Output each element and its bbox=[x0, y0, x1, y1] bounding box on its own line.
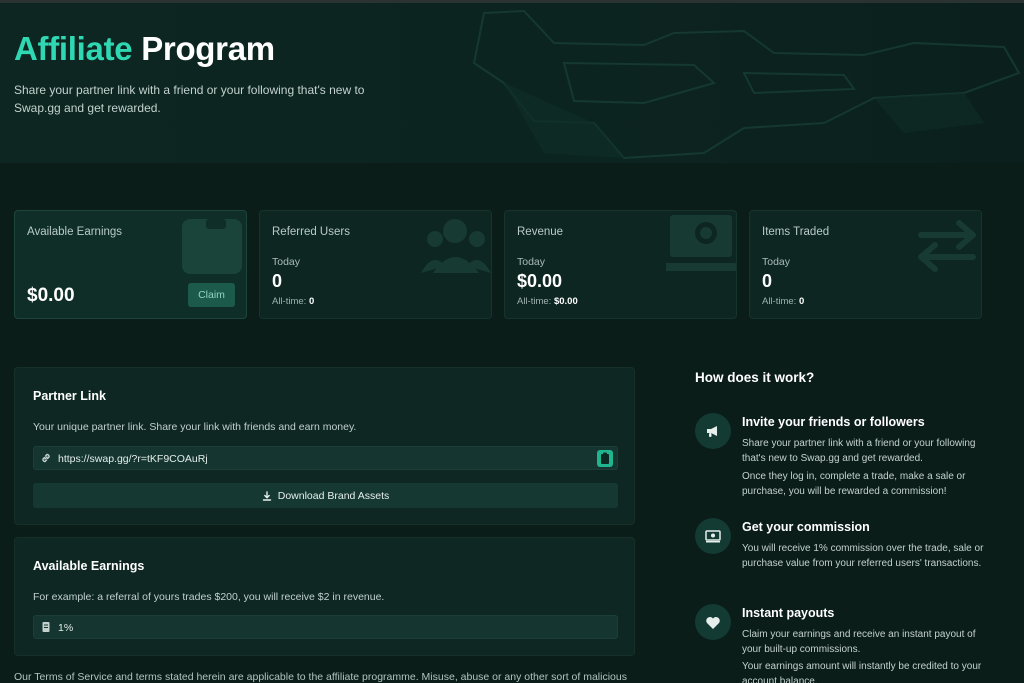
megaphone-icon bbox=[707, 426, 717, 437]
card-period: Today bbox=[762, 256, 791, 268]
alltime-value: $0.00 bbox=[553, 296, 578, 307]
card-period: Today bbox=[517, 256, 546, 268]
copy-link-button[interactable] bbox=[597, 450, 613, 467]
referred-users-value: 0 bbox=[272, 271, 283, 291]
alltime-label: All-time: bbox=[272, 296, 307, 307]
terms-notice: Our Terms of Service and terms stated he… bbox=[14, 671, 627, 683]
step-commission: Get your commission You will receive 1% … bbox=[695, 518, 995, 588]
card-title: Items Traded bbox=[762, 226, 830, 238]
earnings-info-title: Available Earnings bbox=[33, 559, 145, 573]
clipboard-icon bbox=[601, 452, 609, 464]
revenue-card: Revenue Today $0.00 All-time: $0.00 bbox=[504, 210, 737, 319]
earnings-info-description: For example: a referral of yours trades … bbox=[33, 591, 385, 603]
available-earnings-value: $0.00 bbox=[27, 285, 75, 306]
card-period: Today bbox=[272, 256, 301, 268]
page-title-rest: Program bbox=[141, 30, 275, 67]
alltime-label: All-time: bbox=[762, 296, 797, 307]
page-title-accent: Affiliate bbox=[14, 30, 133, 67]
exchange-arrows-icon bbox=[918, 220, 976, 272]
alltime-label: All-time: bbox=[517, 296, 552, 307]
users-icon bbox=[421, 219, 491, 273]
step-text-secondary: Once they log in, complete a trade, make… bbox=[742, 471, 966, 497]
commission-rate-field: 1% bbox=[33, 615, 618, 639]
step-title: Get your commission bbox=[742, 520, 870, 534]
revenue-value: $0.00 bbox=[517, 271, 563, 291]
referred-users-card: Referred Users Today 0 All-time: 0 bbox=[259, 210, 492, 319]
step-text: You will receive 1% commission over the … bbox=[742, 543, 984, 569]
card-title: Available Earnings bbox=[27, 226, 123, 238]
step-text: Share your partner link with a friend or… bbox=[742, 438, 976, 464]
items-traded-card: Items Traded Today 0 All-time: 0 bbox=[749, 210, 982, 319]
receipt-icon bbox=[42, 622, 50, 632]
step-icon-bubble bbox=[695, 518, 731, 554]
partner-link-field[interactable]: https://swap.gg/?r=tKF9COAuRj bbox=[33, 446, 618, 470]
card-alltime: All-time: 0 bbox=[762, 296, 804, 307]
alltime-value: 0 bbox=[798, 296, 805, 307]
page-title: Affiliate Program bbox=[14, 30, 275, 68]
hero-banner: Affiliate Program Share your partner lin… bbox=[0, 3, 1024, 163]
step-icon-bubble bbox=[695, 413, 731, 449]
partner-link-title: Partner Link bbox=[33, 389, 106, 403]
step-text-secondary: Your earnings amount will instantly be c… bbox=[742, 661, 982, 683]
commission-rate-value: 1% bbox=[58, 622, 74, 634]
rifle-artwork-icon bbox=[472, 9, 1021, 160]
heart-icon bbox=[706, 616, 720, 629]
step-title: Instant payouts bbox=[742, 606, 835, 620]
download-brand-assets-button[interactable]: Download Brand Assets bbox=[33, 483, 618, 508]
card-alltime: All-time: 0 bbox=[272, 296, 314, 307]
card-title: Referred Users bbox=[272, 226, 350, 238]
partner-link-description: Your unique partner link. Share your lin… bbox=[33, 421, 357, 433]
partner-link-url: https://swap.gg/?r=tKF9COAuRj bbox=[58, 453, 208, 465]
affiliate-page: Affiliate Program Share your partner lin… bbox=[0, 0, 1024, 683]
how-it-works-title: How does it work? bbox=[695, 370, 815, 385]
step-icon-bubble bbox=[695, 604, 731, 640]
step-payouts: Instant payouts Claim your earnings and … bbox=[695, 604, 995, 683]
claim-button[interactable]: Claim bbox=[188, 283, 235, 307]
link-icon bbox=[42, 453, 50, 463]
available-earnings-card: Available Earnings $0.00 Claim bbox=[14, 210, 247, 319]
earnings-info-panel: Available Earnings For example: a referr… bbox=[14, 537, 635, 656]
download-icon bbox=[262, 490, 271, 501]
items-traded-value: 0 bbox=[762, 271, 773, 291]
card-title: Revenue bbox=[517, 226, 564, 238]
money-icon bbox=[705, 530, 721, 543]
alltime-value: 0 bbox=[308, 296, 315, 307]
card-alltime: All-time: $0.00 bbox=[517, 296, 578, 307]
step-invite: Invite your friends or followers Share y… bbox=[695, 413, 995, 503]
download-brand-assets-label: Download Brand Assets bbox=[277, 489, 390, 502]
page-subtitle: Share your partner link with a friend or… bbox=[14, 83, 365, 115]
partner-link-panel: Partner Link Your unique partner link. S… bbox=[14, 367, 635, 525]
cash-icon bbox=[666, 215, 736, 271]
step-title: Invite your friends or followers bbox=[742, 415, 925, 429]
step-text: Claim your earnings and receive an insta… bbox=[742, 629, 976, 655]
wallet-icon bbox=[182, 219, 242, 274]
